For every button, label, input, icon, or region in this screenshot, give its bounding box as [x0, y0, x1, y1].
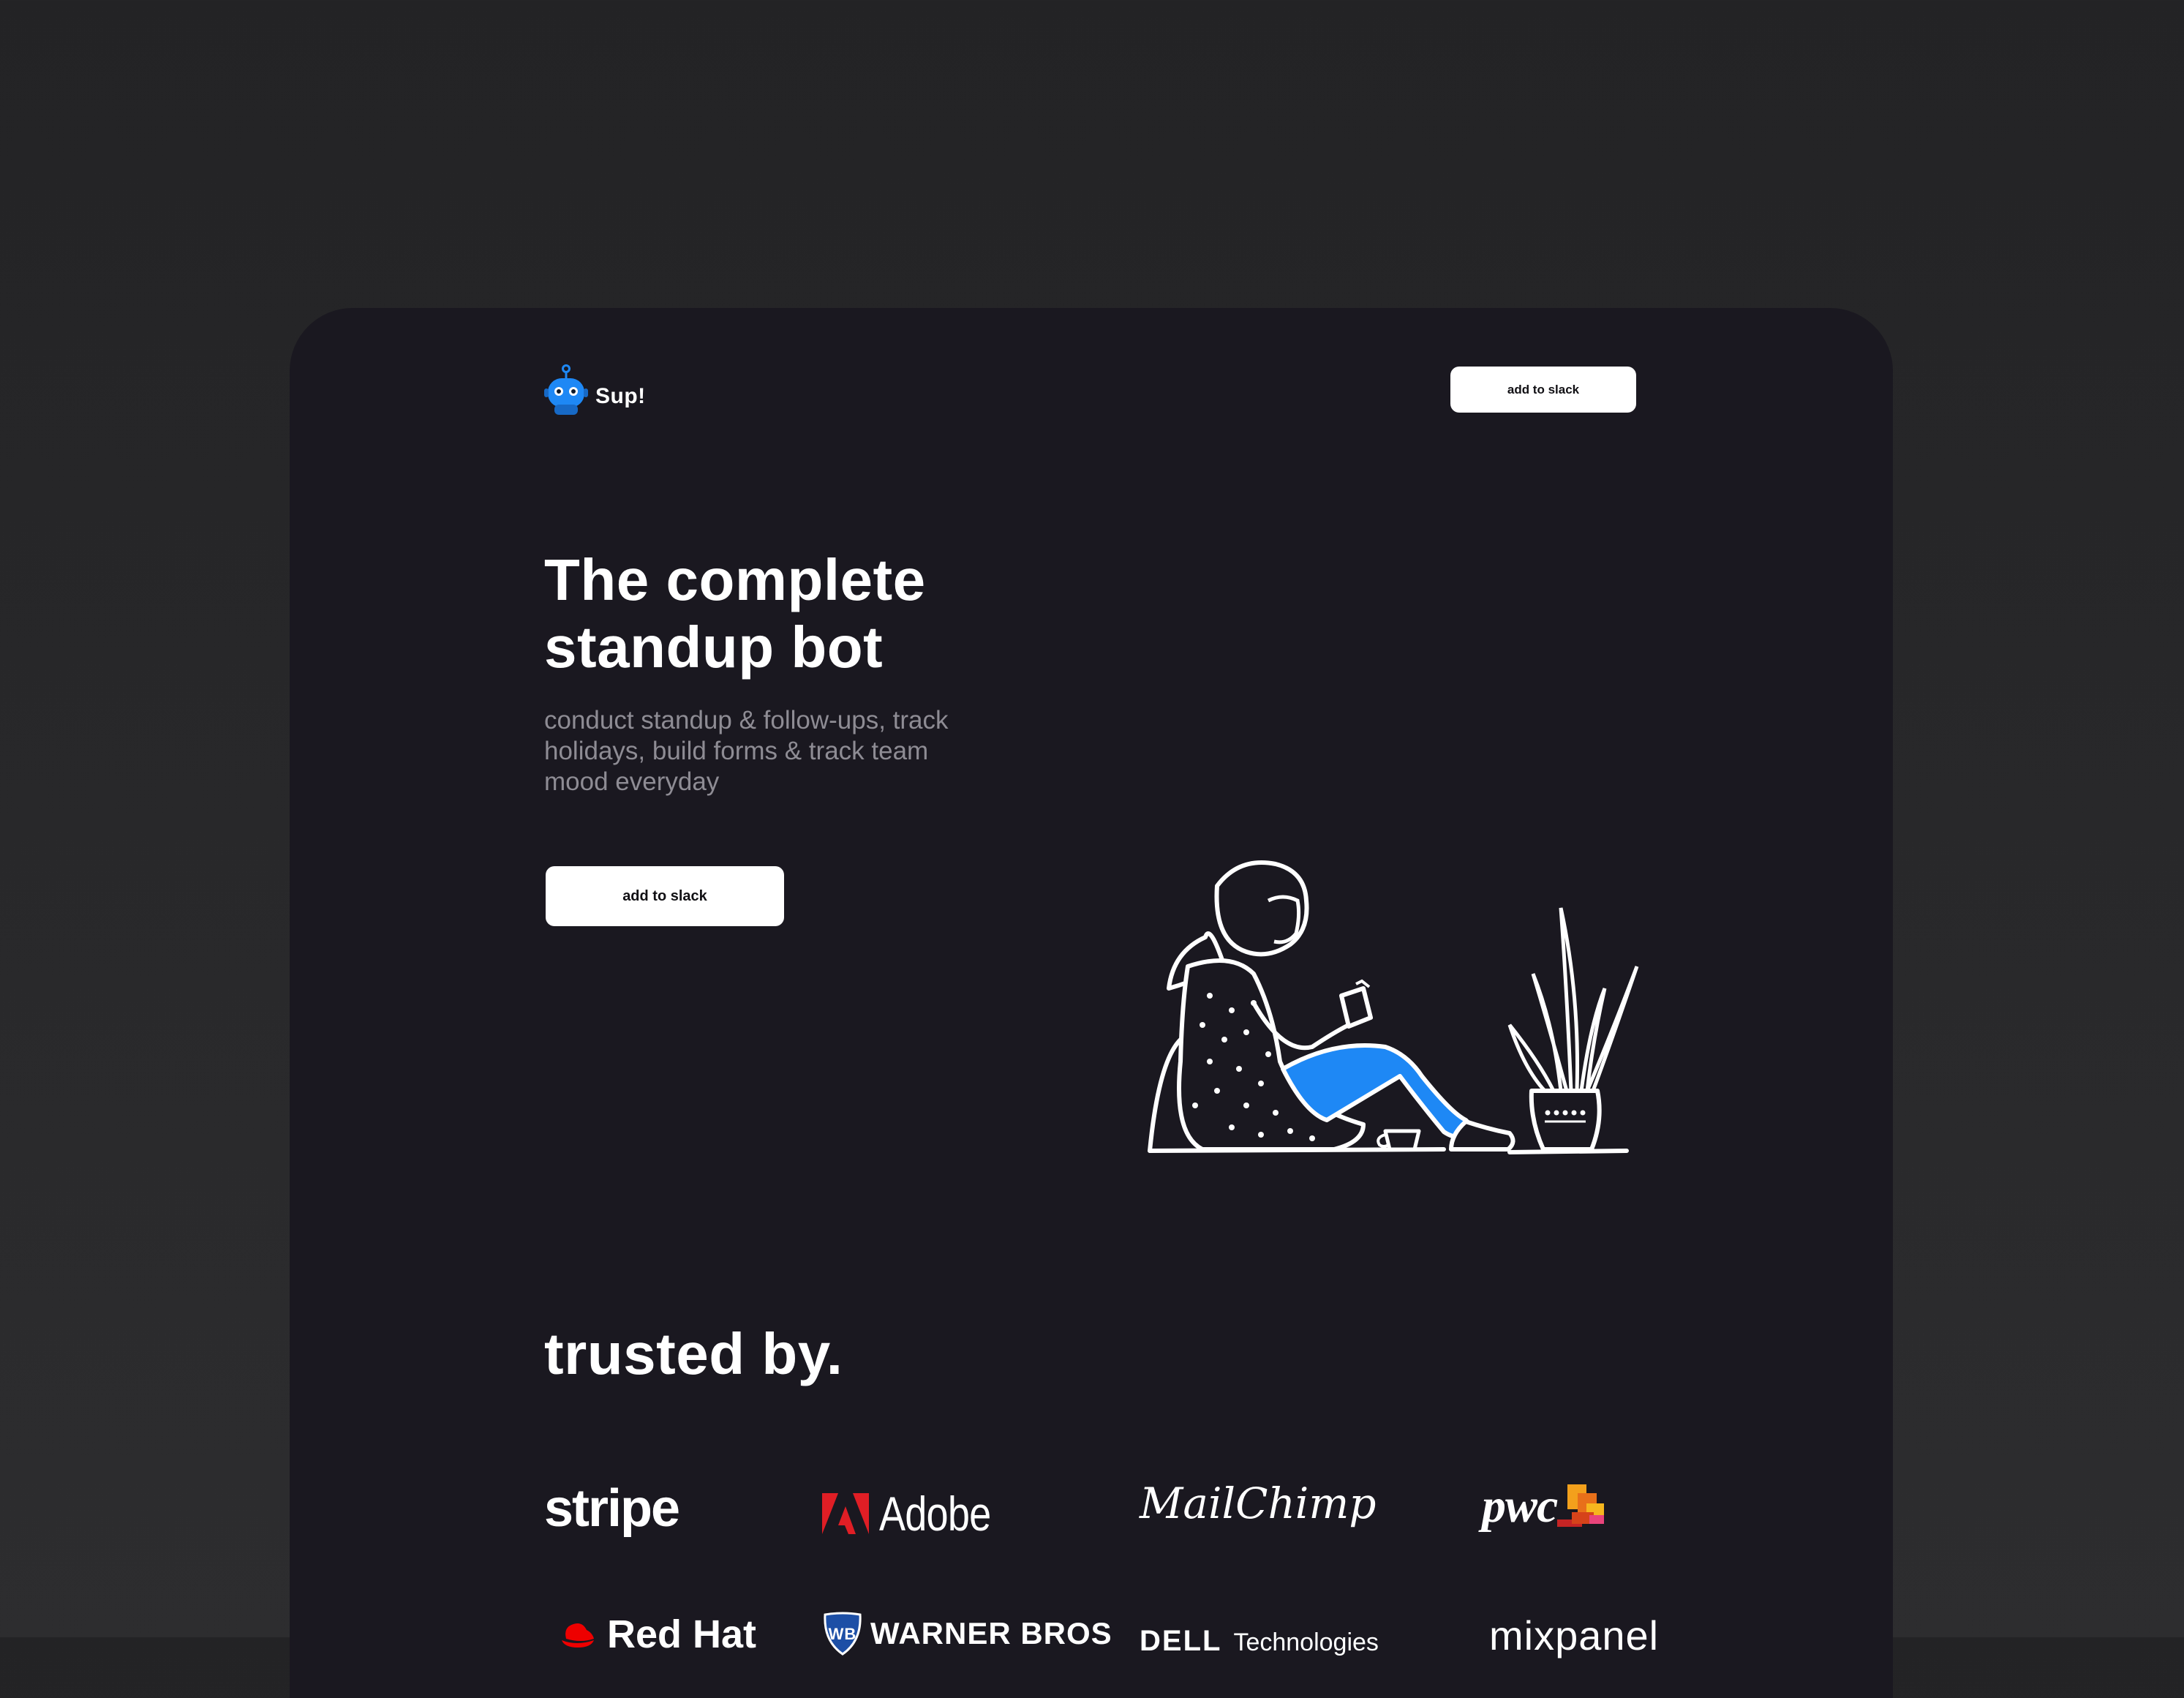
warner-bros-logo-text: WARNER BROS: [870, 1616, 1112, 1650]
hero-title: The complete standup bot: [544, 547, 926, 680]
mailchimp-logo-text: MailChimp: [1140, 1479, 1377, 1528]
warner-bros-logo: WB WARNER BROS: [822, 1612, 1112, 1656]
pwc-logo: pwc: [1482, 1479, 1608, 1534]
stripe-logo-text: stripe: [544, 1479, 680, 1538]
dell-logo-text: DELL: [1140, 1625, 1222, 1657]
mixpanel-logo: mixpanel: [1489, 1612, 1659, 1659]
dell-technologies-logo: DELL Technologies: [1140, 1625, 1379, 1658]
brand[interactable]: Sup!: [544, 364, 646, 419]
brand-name: Sup!: [595, 384, 646, 408]
adobe-logo-text: Adobe: [879, 1487, 991, 1541]
robot-icon: [544, 364, 588, 415]
wb-shield-icon: WB: [824, 1612, 862, 1656]
add-to-slack-nav-button[interactable]: add to slack: [1450, 367, 1636, 413]
pwc-logo-text: pwc: [1482, 1479, 1558, 1533]
svg-text:WB: WB: [829, 1625, 857, 1643]
trusted-by-title: trusted by.: [544, 1321, 843, 1386]
redhat-logo: Red Hat: [559, 1612, 756, 1657]
stripe-logo: stripe: [544, 1479, 680, 1539]
redhat-logo-text: Red Hat: [607, 1612, 757, 1656]
pwc-blocks-icon: [1557, 1484, 1605, 1527]
adobe-mark-icon: [822, 1493, 869, 1534]
woman-reading-illustration: [1148, 860, 1639, 1154]
landing-page-card: Sup! add to slack The complete standup b…: [290, 308, 1893, 1698]
dell-technologies-text: Technologies: [1233, 1628, 1379, 1656]
mailchimp-logo: MailChimp: [1140, 1479, 1376, 1528]
adobe-logo: Adobe: [822, 1486, 1015, 1541]
add-to-slack-hero-button[interactable]: add to slack: [546, 866, 784, 926]
hero-subtitle: conduct standup & follow-ups, track holi…: [544, 706, 949, 796]
mixpanel-logo-text: mixpanel: [1489, 1612, 1660, 1658]
redhat-hat-icon: [562, 1623, 594, 1648]
